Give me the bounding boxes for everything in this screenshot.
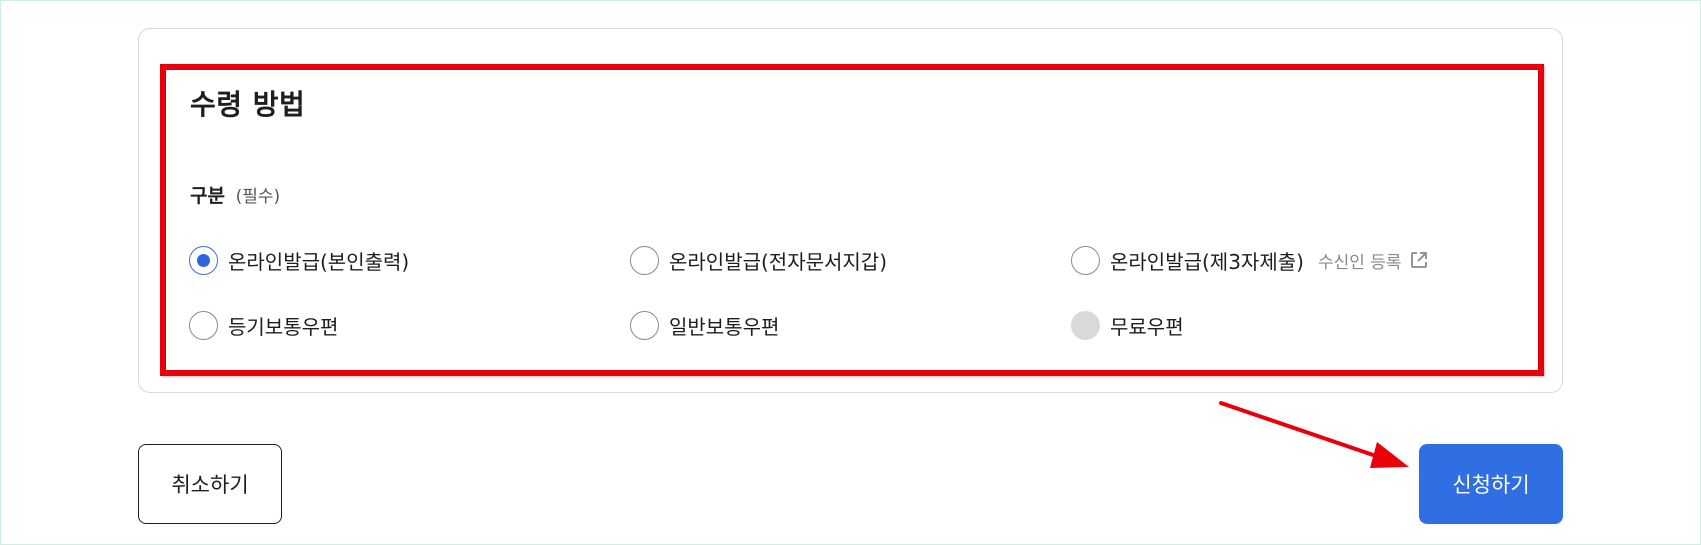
radio-registered-mail[interactable] xyxy=(189,310,218,340)
radio-free-mail-disabled xyxy=(1071,310,1100,340)
radio-regular-mail[interactable] xyxy=(630,310,659,340)
page: 수령 방법 구분 (필수) 온라인발급(본인출력) 온라인발급(전자문서지갑) … xyxy=(0,0,1701,545)
field-label: 구분 (필수) xyxy=(190,181,280,208)
option-label: 온라인발급(본인출력) xyxy=(228,249,410,274)
option-online-self-print[interactable]: 온라인발급(본인출력) xyxy=(189,244,409,276)
radio-online-self-print[interactable] xyxy=(189,245,218,275)
option-online-third-party[interactable]: 온라인발급(제3자제출) 수신인 등록 xyxy=(1071,244,1429,276)
option-label: 온라인발급(전자문서지갑) xyxy=(669,249,888,274)
option-online-e-wallet[interactable]: 온라인발급(전자문서지갑) xyxy=(630,244,887,276)
field-label-text: 구분 xyxy=(190,185,225,207)
option-label: 온라인발급(제3자제출) xyxy=(1110,249,1304,274)
recipient-register-label: 수신인 등록 xyxy=(1317,252,1402,273)
option-label: 무료우편 xyxy=(1110,314,1184,339)
annotation-arrow-shaft xyxy=(1219,401,1381,459)
radio-online-e-wallet[interactable] xyxy=(630,245,659,275)
annotation-arrow-head xyxy=(1370,442,1409,468)
annotation-highlight-box xyxy=(160,64,1544,376)
recipient-register-link[interactable]: 수신인 등록 xyxy=(1318,248,1429,273)
option-label: 등기보통우편 xyxy=(228,314,339,339)
submit-button[interactable]: 신청하기 xyxy=(1419,444,1563,524)
required-indicator: (필수) xyxy=(235,187,281,207)
option-free-mail: 무료우편 xyxy=(1071,309,1184,341)
section-title: 수령 방법 xyxy=(190,88,306,121)
option-label: 일반보통우편 xyxy=(669,314,780,339)
radio-online-third-party[interactable] xyxy=(1071,245,1100,275)
cancel-button[interactable]: 취소하기 xyxy=(138,444,282,524)
external-link-icon xyxy=(1410,252,1427,268)
option-regular-mail[interactable]: 일반보통우편 xyxy=(630,309,779,341)
option-registered-mail[interactable]: 등기보통우편 xyxy=(189,309,338,341)
